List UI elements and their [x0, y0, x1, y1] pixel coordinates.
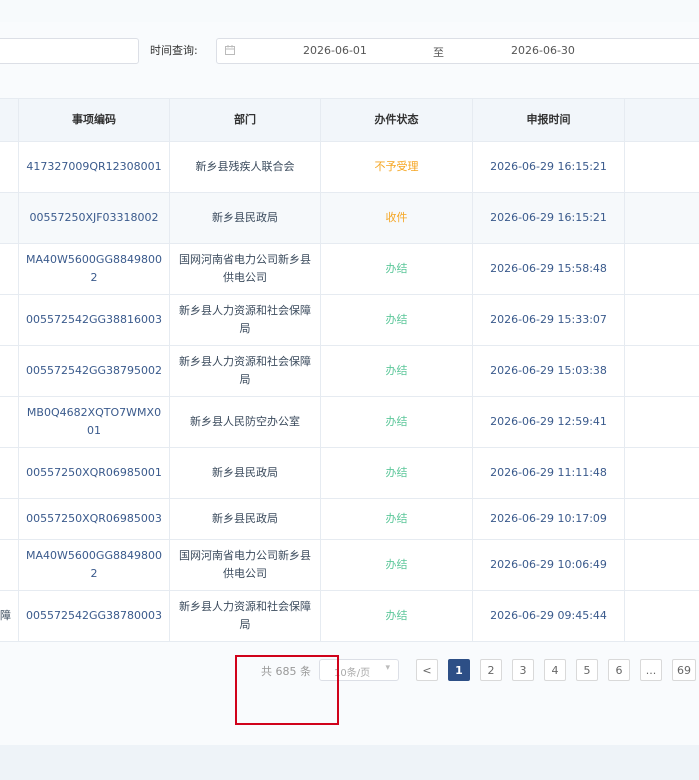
prev-page-button[interactable]: < — [416, 659, 438, 681]
page-ellipsis-button[interactable]: ... — [640, 659, 662, 681]
status: 办结 — [321, 499, 473, 539]
page-button-6[interactable]: 6 — [608, 659, 630, 681]
status: 办结 — [321, 591, 473, 641]
chevron-down-icon: ▾ — [385, 663, 390, 673]
table-row[interactable]: 障 005572542GG38780003 新乡县人力资源和社会保障局 办结 2… — [0, 591, 699, 642]
header-submit-time: 申报时间 — [473, 99, 625, 141]
item-code: MA40W5600GG88498002 — [19, 540, 170, 590]
item-code: 005572542GG38780003 — [19, 591, 170, 641]
table-row[interactable]: 00557250XQR06985001 新乡县民政局 办结 2026-06-29… — [0, 448, 699, 499]
time-query-label: 时间查询: — [150, 44, 198, 57]
department: 新乡县民政局 — [170, 499, 321, 539]
department: 新乡县民政局 — [170, 448, 321, 498]
page-button-2[interactable]: 2 — [480, 659, 502, 681]
table-row[interactable]: MA40W5600GG88498002 国网河南省电力公司新乡县供电公司 办结 … — [0, 540, 699, 591]
department: 新乡县人力资源和社会保障局 — [170, 591, 321, 641]
department: 国网河南省电力公司新乡县供电公司 — [170, 540, 321, 590]
submit-time: 2026-06-29 10:06:49 — [473, 540, 625, 590]
header-cell-cut — [0, 99, 19, 141]
highlight-box — [235, 655, 339, 725]
submit-time: 2026-06-29 11:11:48 — [473, 448, 625, 498]
item-code: 00557250XQR06985003 — [19, 499, 170, 539]
page-size-value: 10条/页 — [334, 668, 371, 679]
submit-time: 2026-06-29 15:03:38 — [473, 346, 625, 396]
table-row[interactable]: 00557250XJF03318002 新乡县民政局 收件 2026-06-29… — [0, 193, 699, 244]
end-date[interactable]: 2026-06-30 — [511, 44, 575, 57]
page-button-last[interactable]: 69 — [672, 659, 696, 681]
item-code: 005572542GG38795002 — [19, 346, 170, 396]
truncated-cell: 障 — [0, 591, 19, 641]
department: 新乡县人力资源和社会保障局 — [170, 346, 321, 396]
page-button-1[interactable]: 1 — [448, 659, 470, 681]
item-code: 005572542GG38816003 — [19, 295, 170, 345]
submit-time: 2026-06-29 15:33:07 — [473, 295, 625, 345]
date-separator: 至 — [433, 46, 444, 59]
item-code: 417327009QR12308001 — [19, 142, 170, 192]
table-header: 事项编码 部门 办件状态 申报时间 — [0, 99, 699, 142]
pagination: 共 685 条 10条/页 ▾ < 1 2 3 4 5 6 ... 69 — [0, 659, 699, 681]
status: 办结 — [321, 448, 473, 498]
header-status: 办件状态 — [321, 99, 473, 141]
status: 收件 — [321, 193, 473, 243]
department: 新乡县人民防空办公室 — [170, 397, 321, 447]
submit-time: 2026-06-29 16:15:21 — [473, 193, 625, 243]
item-code: 00557250XJF03318002 — [19, 193, 170, 243]
item-code: MA40W5600GG88498002 — [19, 244, 170, 294]
submit-time: 2026-06-29 10:17:09 — [473, 499, 625, 539]
table-row[interactable]: MB0Q4682XQTO7WMX001 新乡县人民防空办公室 办结 2026-0… — [0, 397, 699, 448]
table-row[interactable]: 00557250XQR06985003 新乡县民政局 办结 2026-06-29… — [0, 499, 699, 540]
submit-time: 2026-06-29 16:15:21 — [473, 142, 625, 192]
page-button-4[interactable]: 4 — [544, 659, 566, 681]
submit-time: 2026-06-29 09:45:44 — [473, 591, 625, 641]
header-item-code: 事项编码 — [19, 99, 170, 141]
calendar-icon — [225, 45, 235, 55]
department: 新乡县残疾人联合会 — [170, 142, 321, 192]
keyword-input[interactable] — [0, 38, 139, 64]
header-cell-extra — [625, 99, 699, 141]
page-button-5[interactable]: 5 — [576, 659, 598, 681]
records-table: 事项编码 部门 办件状态 申报时间 417327009QR12308001 新乡… — [0, 98, 699, 642]
table-row[interactable]: 005572542GG38816003 新乡县人力资源和社会保障局 办结 202… — [0, 295, 699, 346]
table-row[interactable]: 417327009QR12308001 新乡县残疾人联合会 不予受理 2026-… — [0, 142, 699, 193]
status: 办结 — [321, 346, 473, 396]
status: 办结 — [321, 295, 473, 345]
status: 不予受理 — [321, 142, 473, 192]
department: 新乡县民政局 — [170, 193, 321, 243]
department: 新乡县人力资源和社会保障局 — [170, 295, 321, 345]
submit-time: 2026-06-29 12:59:41 — [473, 397, 625, 447]
start-date[interactable]: 2026-06-01 — [303, 44, 367, 57]
status: 办结 — [321, 397, 473, 447]
header-department: 部门 — [170, 99, 321, 141]
item-code: MB0Q4682XQTO7WMX001 — [19, 397, 170, 447]
status: 办结 — [321, 540, 473, 590]
status: 办结 — [321, 244, 473, 294]
submit-time: 2026-06-29 15:58:48 — [473, 244, 625, 294]
table-row[interactable]: 005572542GG38795002 新乡县人力资源和社会保障局 办结 202… — [0, 346, 699, 397]
top-bar — [0, 0, 699, 22]
department: 国网河南省电力公司新乡县供电公司 — [170, 244, 321, 294]
date-range-picker[interactable]: 2026-06-01 至 2026-06-30 — [216, 38, 699, 64]
table-row[interactable]: MA40W5600GG88498002 国网河南省电力公司新乡县供电公司 办结 … — [0, 244, 699, 295]
item-code: 00557250XQR06985001 — [19, 448, 170, 498]
page-button-3[interactable]: 3 — [512, 659, 534, 681]
